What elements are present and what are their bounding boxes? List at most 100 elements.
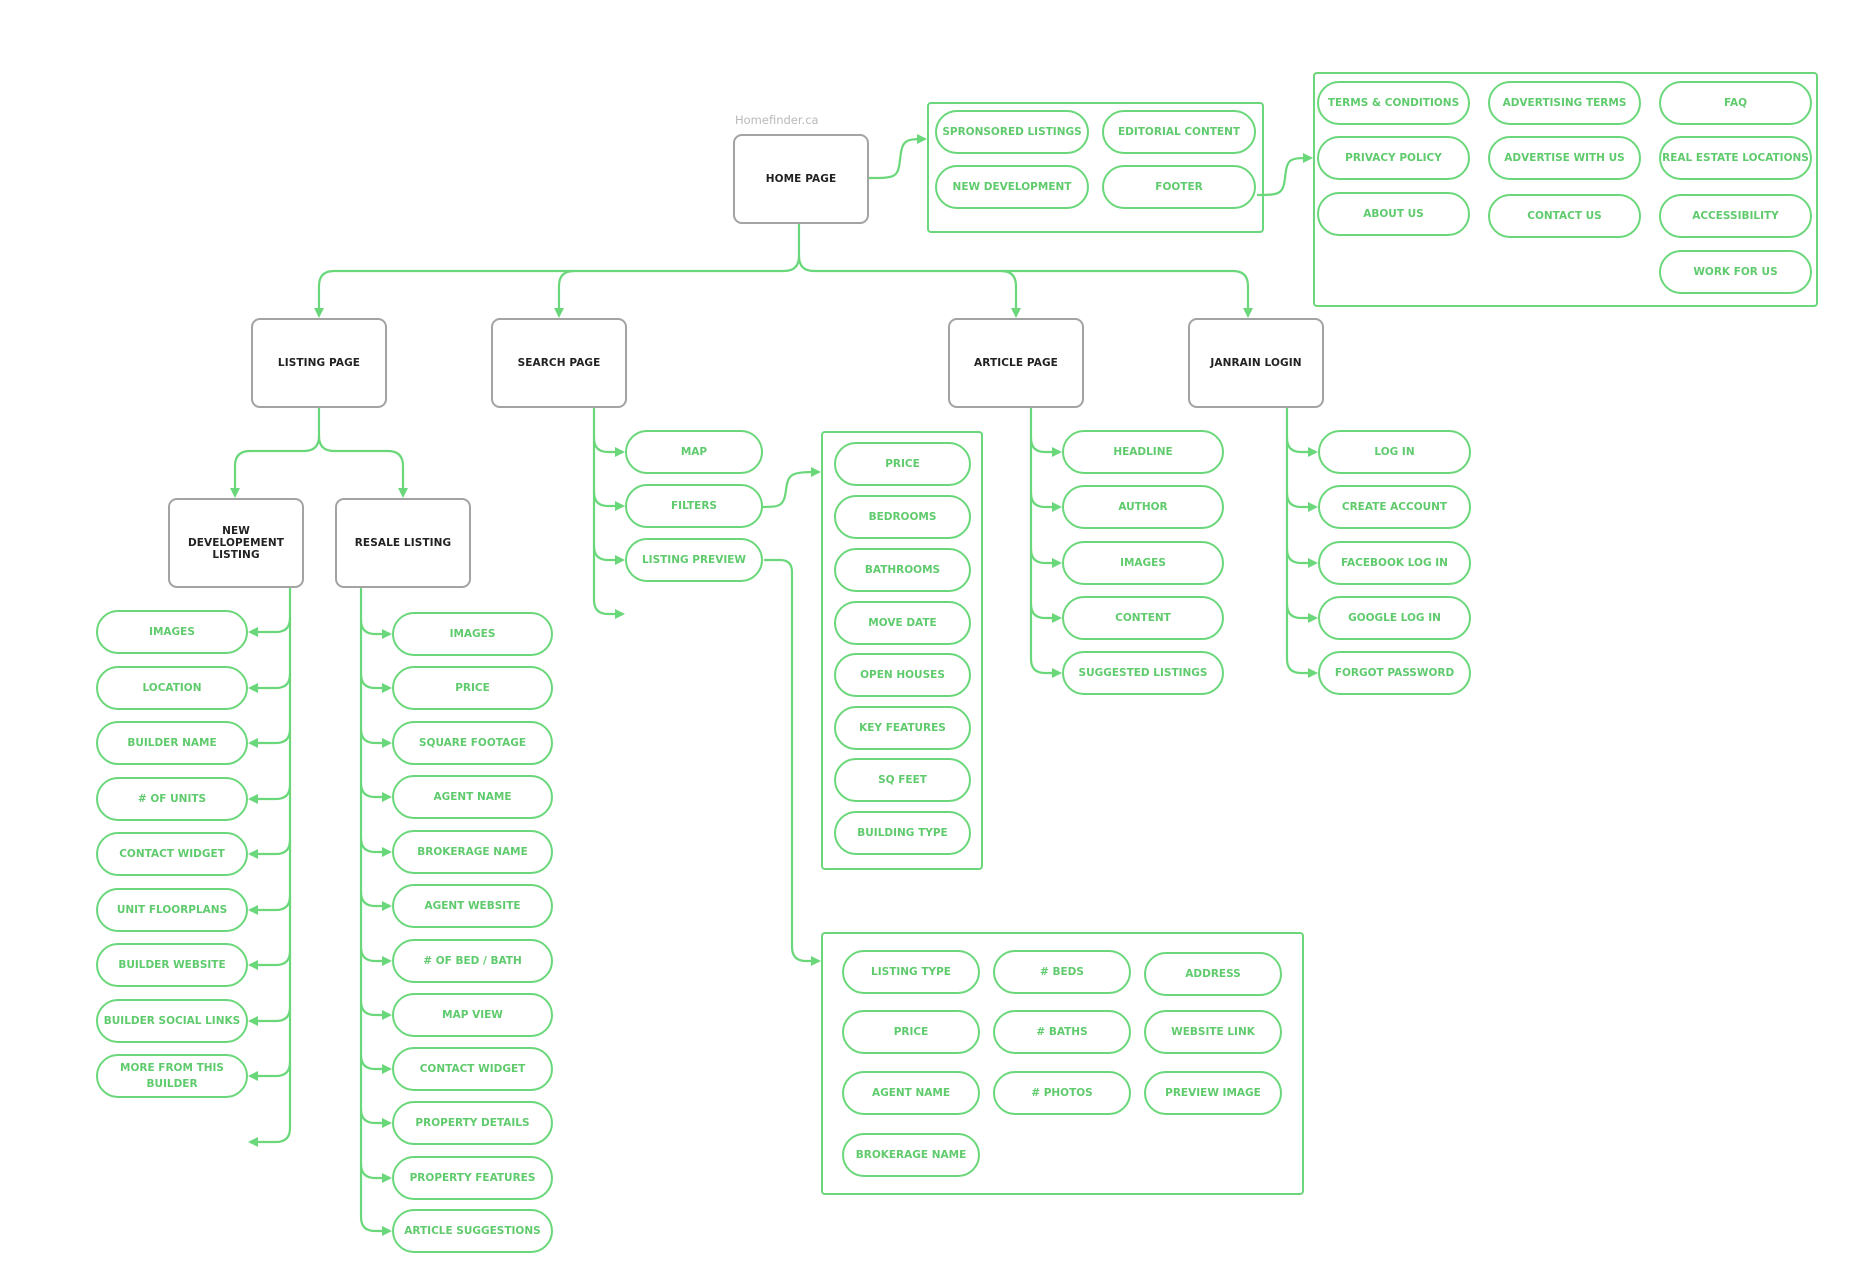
new-dev-branch (248, 1061, 292, 1081)
connector-home-right (797, 255, 1021, 318)
preview-item-pill[interactable]: PREVIEW IMAGE (1144, 1071, 1282, 1115)
new-dev-item-pill[interactable]: IMAGES (96, 610, 248, 654)
home-section-pill[interactable]: NEW DEVELOPMENT (935, 165, 1089, 209)
resale-item-pill[interactable]: CONTACT WIDGET (392, 1047, 553, 1091)
connector-home-trunk (314, 224, 801, 318)
filter-item-pill[interactable]: OPEN HOUSES (834, 653, 971, 697)
resale-item-pill[interactable]: AGENT NAME (392, 775, 553, 819)
new-dev-item-pill[interactable]: UNIT FLOORPLANS (96, 888, 248, 932)
new-dev-branch (248, 728, 292, 748)
home-section-pill[interactable]: FOOTER (1102, 165, 1256, 209)
new-dev-item-pill[interactable]: BUILDER NAME (96, 721, 248, 765)
new-development-listing-node[interactable]: NEW DEVELOPEMENT LISTING (168, 498, 304, 588)
article-item-pill[interactable]: HEADLINE (1062, 430, 1224, 474)
connector-listing-newdev (230, 408, 321, 498)
filter-item-pill[interactable]: PRICE (834, 442, 971, 486)
resale-branch (359, 1000, 392, 1020)
resale-listing-node[interactable]: RESALE LISTING (335, 498, 471, 588)
filter-item-pill[interactable]: BEDROOMS (834, 495, 971, 539)
resale-item-pill[interactable]: BROKERAGE NAME (392, 830, 553, 874)
resale-item-pill[interactable]: ARTICLE SUGGESTIONS (392, 1209, 553, 1253)
login-item-pill[interactable]: FORGOT PASSWORD (1318, 651, 1471, 695)
resale-branch (359, 782, 392, 802)
resale-item-pill[interactable]: SQUARE FOOTAGE (392, 721, 553, 765)
search-page-node[interactable]: SEARCH PAGE (491, 318, 627, 408)
new-dev-item-pill[interactable]: # OF UNITS (96, 777, 248, 821)
new-dev-branch-empty (248, 1127, 292, 1147)
new-dev-branch (248, 1006, 292, 1026)
connector-home-sections (867, 134, 927, 180)
footer-link-pill[interactable]: REAL ESTATE LOCATIONS (1659, 136, 1812, 180)
search-item-pill[interactable]: MAP (625, 430, 763, 474)
preview-item-pill[interactable]: PRICE (842, 1010, 980, 1054)
article-branch (1029, 492, 1062, 512)
preview-item-pill[interactable]: # BATHS (993, 1010, 1131, 1054)
resale-item-pill[interactable]: PROPERTY DETAILS (392, 1101, 553, 1145)
article-page-node[interactable]: ARTICLE PAGE (948, 318, 1084, 408)
resale-branch (359, 1108, 392, 1128)
resale-branch (359, 891, 392, 911)
preview-item-pill[interactable]: LISTING TYPE (842, 950, 980, 994)
resale-branch (359, 673, 392, 693)
preview-item-pill[interactable]: BROKERAGE NAME (842, 1133, 980, 1177)
article-item-pill[interactable]: CONTENT (1062, 596, 1224, 640)
search-item-pill[interactable]: FILTERS (625, 484, 763, 528)
new-dev-branch (248, 839, 292, 859)
home-page-node[interactable]: HOME PAGE (733, 134, 869, 224)
filter-item-pill[interactable]: MOVE DATE (834, 601, 971, 645)
footer-link-pill[interactable]: PRIVACY POLICY (1317, 136, 1470, 180)
footer-link-pill[interactable]: WORK FOR US (1659, 250, 1812, 294)
filter-item-pill[interactable]: BATHROOMS (834, 548, 971, 592)
connector-listing-resale (317, 435, 408, 498)
resale-item-pill[interactable]: IMAGES (392, 612, 553, 656)
login-branch (1285, 548, 1318, 568)
login-item-pill[interactable]: FACEBOOK LOG IN (1318, 541, 1471, 585)
new-dev-branch (248, 895, 292, 915)
footer-link-pill[interactable]: ACCESSIBILITY (1659, 194, 1812, 238)
login-branch (1285, 603, 1318, 623)
connector-home-janrain (1001, 269, 1253, 318)
footer-link-pill[interactable]: FAQ (1659, 81, 1812, 125)
new-dev-item-pill[interactable]: CONTACT WIDGET (96, 832, 248, 876)
new-dev-item-pill[interactable]: BUILDER WEBSITE (96, 943, 248, 987)
sitemap-diagram: Homefinder.ca HOME PAGE LISTING PAGE SEA… (0, 0, 1862, 1272)
resale-item-pill[interactable]: # OF BED / BATH (392, 939, 553, 983)
search-branch-empty (592, 599, 625, 619)
article-item-pill[interactable]: IMAGES (1062, 541, 1224, 585)
resale-item-pill[interactable]: MAP VIEW (392, 993, 553, 1037)
login-item-pill[interactable]: GOOGLE LOG IN (1318, 596, 1471, 640)
preview-item-pill[interactable]: # BEDS (993, 950, 1131, 994)
footer-link-pill[interactable]: ADVERTISE WITH US (1488, 136, 1641, 180)
preview-item-pill[interactable]: ADDRESS (1144, 952, 1282, 996)
new-dev-item-pill[interactable]: BUILDER SOCIAL LINKS (96, 999, 248, 1043)
preview-item-pill[interactable]: AGENT NAME (842, 1071, 980, 1115)
article-item-pill[interactable]: SUGGESTED LISTINGS (1062, 651, 1224, 695)
connector-preview-box (764, 558, 821, 966)
home-section-pill[interactable]: SPRONSORED LISTINGS (935, 110, 1089, 154)
site-label: Homefinder.ca (735, 113, 819, 127)
new-dev-item-pill[interactable]: LOCATION (96, 666, 248, 710)
filter-item-pill[interactable]: BUILDING TYPE (834, 811, 971, 855)
login-item-pill[interactable]: CREATE ACCOUNT (1318, 485, 1471, 529)
listing-page-node[interactable]: LISTING PAGE (251, 318, 387, 408)
login-branch (1285, 492, 1318, 512)
footer-link-pill[interactable]: ABOUT US (1317, 192, 1470, 236)
search-item-pill[interactable]: LISTING PREVIEW (625, 538, 763, 582)
new-dev-item-pill[interactable]: MORE FROM THIS BUILDER (96, 1054, 248, 1098)
home-section-pill[interactable]: EDITORIAL CONTENT (1102, 110, 1256, 154)
resale-item-pill[interactable]: PRICE (392, 666, 553, 710)
preview-item-pill[interactable]: # PHOTOS (993, 1071, 1131, 1115)
preview-item-pill[interactable]: WEBSITE LINK (1144, 1010, 1282, 1054)
connector-footer-links (1256, 153, 1313, 197)
filter-item-pill[interactable]: SQ FEET (834, 758, 971, 802)
article-item-pill[interactable]: AUTHOR (1062, 485, 1224, 529)
resale-item-pill[interactable]: AGENT WEBSITE (392, 884, 553, 928)
footer-link-pill[interactable]: ADVERTISING TERMS (1488, 81, 1641, 125)
footer-link-pill[interactable]: CONTACT US (1488, 194, 1641, 238)
janrain-login-node[interactable]: JANRAIN LOGIN (1188, 318, 1324, 408)
resale-item-pill[interactable]: PROPERTY FEATURES (392, 1156, 553, 1200)
resale-branch (359, 946, 392, 966)
login-item-pill[interactable]: LOG IN (1318, 430, 1471, 474)
filter-item-pill[interactable]: KEY FEATURES (834, 706, 971, 750)
footer-link-pill[interactable]: TERMS & CONDITIONS (1317, 81, 1470, 125)
